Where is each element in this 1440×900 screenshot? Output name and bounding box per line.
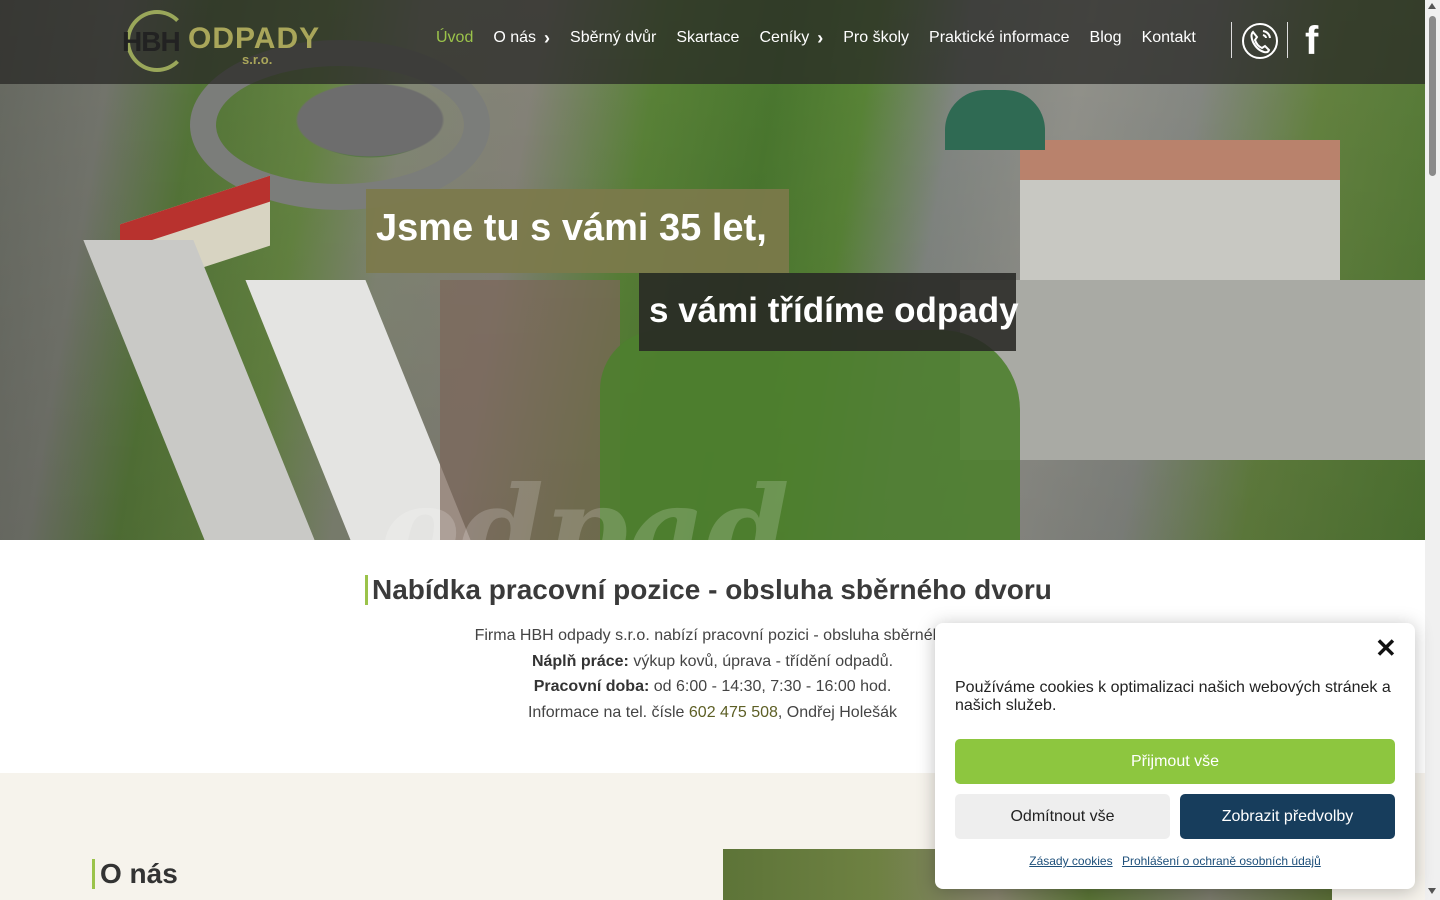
show-preferences-button[interactable]: Zobrazit předvolby <box>1180 794 1395 839</box>
nav-item-label: Blog <box>1089 29 1122 46</box>
phone-icon[interactable] <box>1241 22 1279 60</box>
nav-item-label: Sběrný dvůr <box>570 29 657 46</box>
phone-link[interactable]: 602 475 508 <box>689 704 778 721</box>
hero-title-line1: Jsme tu s vámi 35 let, <box>366 189 789 273</box>
nav-item-label: Skartace <box>676 29 740 46</box>
privacy-policy-link[interactable]: Prohlášení o ochraně osobních údajů <box>1122 854 1321 868</box>
job-contact-prefix: Informace na tel. čísle <box>527 703 689 721</box>
nav-item-ceniky[interactable]: Ceníky › <box>759 29 823 47</box>
accept-all-button[interactable]: Přijmout vše <box>955 739 1395 784</box>
close-icon[interactable]: ✕ <box>1375 635 1397 661</box>
deny-all-button[interactable]: Odmítnout vše <box>955 794 1170 839</box>
cookie-links: Zásady cookies Prohlášení o ochraně osob… <box>935 854 1415 868</box>
job-contact-suffix: , Ondřej Holešák <box>777 703 898 721</box>
hero-title-line2: s vámi třídíme odpady <box>639 273 1019 351</box>
header-divider <box>1287 22 1288 58</box>
about-heading: O nás <box>92 859 178 889</box>
cookie-policy-link[interactable]: Zásady cookies <box>1029 854 1112 868</box>
job-duty-label: Náplň práce: <box>531 652 629 670</box>
scrollbar-thumb[interactable] <box>1429 16 1436 176</box>
header-divider <box>1231 22 1232 58</box>
job-offer-heading: Nabídka pracovní pozice - obsluha sběrné… <box>365 575 1052 605</box>
site-header: HBH ODPADY s.r.o. Úvod O nás › Sběrný dvů… <box>0 0 1425 84</box>
nav-item-pro-skoly[interactable]: Pro školy <box>843 29 909 47</box>
cookie-message: Používáme cookies k optimalizaci našich … <box>955 679 1391 714</box>
nav-item-label: O nás <box>493 29 537 46</box>
nav-item-prakticke-informace[interactable]: Praktické informace <box>929 29 1070 47</box>
chevron-right-icon: › <box>544 28 551 48</box>
hero-ghost-text: odpad <box>380 460 790 540</box>
nav-item-label: Úvod <box>436 29 474 46</box>
nav-item-skartace[interactable]: Skartace <box>676 29 739 47</box>
logo-sro: s.r.o. <box>242 52 273 67</box>
nav-item-blog[interactable]: Blog <box>1090 29 1122 47</box>
job-hours-label: Pracovní doba: <box>533 678 650 695</box>
scroll-down-icon[interactable] <box>1428 888 1436 894</box>
hbh-logo[interactable]: HBH ODPADY s.r.o. <box>122 8 321 76</box>
nav-item-label: Ceníky <box>759 29 810 46</box>
nav-item-uvod[interactable]: Úvod <box>436 29 473 47</box>
facebook-icon[interactable]: f <box>1305 21 1327 61</box>
scroll-up-icon[interactable] <box>1428 3 1436 9</box>
hero-yard <box>960 280 1425 460</box>
main-nav: Úvod O nás › Sběrný dvůr Skartace Ceníky ›… <box>436 29 1216 47</box>
hero-hall-green <box>945 90 1045 150</box>
job-hours-text: od 6:00 - 14:30, 7:30 - 16:00 hod. <box>649 678 892 695</box>
hero-warehouse <box>1020 140 1340 290</box>
nav-item-o-nas[interactable]: O nás › <box>493 29 550 47</box>
nav-item-label: Pro školy <box>843 29 910 46</box>
job-duty-text: výkup kovů, úprava - třídění odpadů. <box>628 652 894 670</box>
chevron-right-icon: › <box>817 28 824 48</box>
nav-item-label: Praktické informace <box>929 29 1070 46</box>
logo-odpady: ODPADY <box>188 22 321 55</box>
nav-item-kontakt[interactable]: Kontakt <box>1142 29 1196 47</box>
cookie-consent-dialog: ✕ Používáme cookies k optimalizaci našic… <box>935 623 1415 889</box>
logo-hbh: HBH <box>122 26 181 57</box>
nav-item-label: Kontakt <box>1141 29 1196 46</box>
nav-item-sberny-dvur[interactable]: Sběrný dvůr <box>570 29 656 47</box>
page-scrollbar[interactable] <box>1425 0 1440 900</box>
